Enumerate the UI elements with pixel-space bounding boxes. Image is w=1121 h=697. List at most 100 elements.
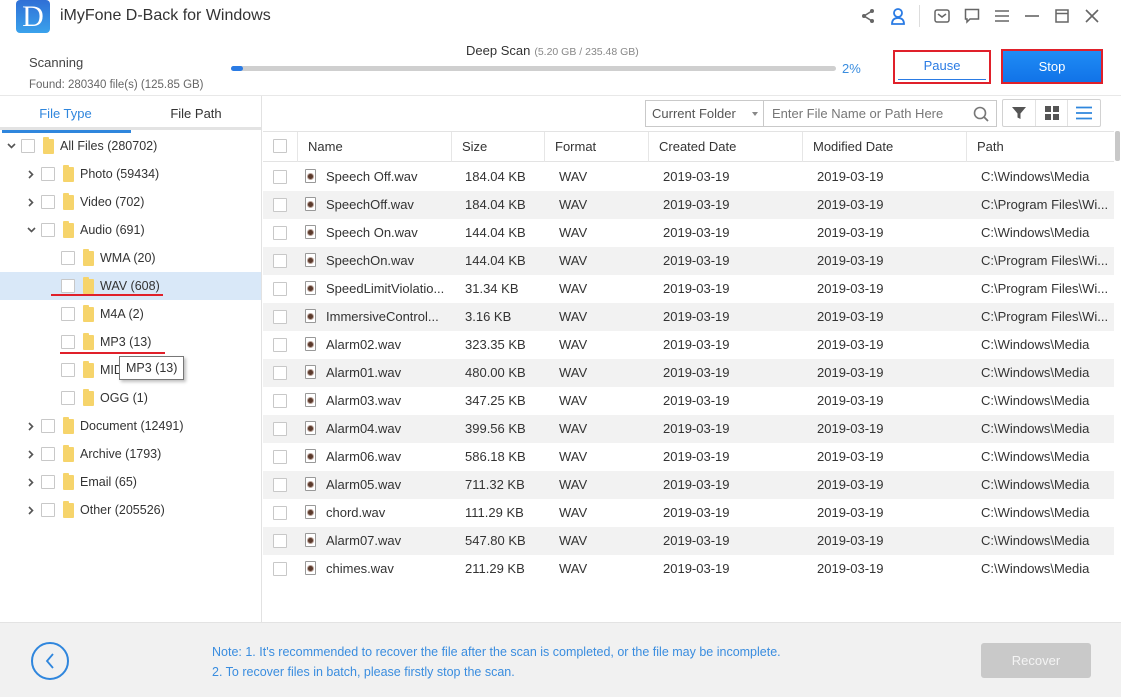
tree-item[interactable]: Other (205526) <box>0 496 261 524</box>
maximize-icon[interactable] <box>1047 4 1077 28</box>
close-icon[interactable] <box>1077 4 1107 28</box>
row-checkbox[interactable] <box>273 282 287 296</box>
recover-button[interactable]: Recover <box>981 643 1091 678</box>
tree-item-checkbox[interactable] <box>61 307 75 321</box>
table-row[interactable]: Alarm03.wav 347.25 KB WAV 2019-03-19 2019-03… <box>263 387 1114 415</box>
chevron-right-icon[interactable] <box>26 421 36 431</box>
table-row[interactable]: SpeechOff.wav 184.04 KB WAV 2019-03-19 2019-… <box>263 191 1114 219</box>
file-size-cell: 211.29 KB <box>465 561 525 576</box>
tree-item[interactable]: Email (65) <box>0 468 261 496</box>
tree-item[interactable]: WMA (20) <box>0 244 261 272</box>
tree-item-checkbox[interactable] <box>41 167 55 181</box>
table-row[interactable]: Speech Off.wav 184.04 KB WAV 2019-03-19 2019… <box>263 163 1114 191</box>
tree-item-checkbox[interactable] <box>21 139 35 153</box>
table-scrollbar[interactable] <box>1114 131 1121 622</box>
tree-item[interactable]: All Files (280702) <box>0 132 261 160</box>
stop-button[interactable]: Stop <box>1001 49 1103 84</box>
row-checkbox[interactable] <box>273 310 287 324</box>
tab-file-path[interactable]: File Path <box>131 96 261 130</box>
scrollbar-thumb[interactable] <box>1115 131 1120 161</box>
tree-item-checkbox[interactable] <box>41 475 55 489</box>
tree-item-checkbox[interactable] <box>41 223 55 237</box>
table-row[interactable]: chimes.wav 211.29 KB WAV 2019-03-19 2019-03-… <box>263 555 1114 583</box>
select-all-checkbox[interactable] <box>273 139 287 153</box>
row-checkbox[interactable] <box>273 338 287 352</box>
chevron-right-icon[interactable] <box>26 505 36 515</box>
row-checkbox[interactable] <box>273 450 287 464</box>
tree-item[interactable]: Audio (691) <box>0 216 261 244</box>
row-checkbox[interactable] <box>273 562 287 576</box>
tab-file-type[interactable]: File Type <box>0 96 131 133</box>
menu-icon[interactable] <box>987 4 1017 28</box>
table-row[interactable]: chord.wav 111.29 KB WAV 2019-03-19 2019-03-1… <box>263 499 1114 527</box>
row-checkbox[interactable] <box>273 534 287 548</box>
tree-item[interactable]: Archive (1793) <box>0 440 261 468</box>
mail-icon[interactable] <box>927 4 957 28</box>
search-input[interactable] <box>764 101 964 126</box>
column-header-size[interactable]: Size <box>451 132 544 162</box>
row-checkbox[interactable] <box>273 254 287 268</box>
table-row[interactable]: Alarm04.wav 399.56 KB WAV 2019-03-19 2019-03… <box>263 415 1114 443</box>
account-icon[interactable] <box>883 4 913 28</box>
row-checkbox[interactable] <box>273 226 287 240</box>
row-checkbox[interactable] <box>273 366 287 380</box>
created-date-cell: 2019-03-19 <box>663 477 730 492</box>
tree-item-checkbox[interactable] <box>61 363 75 377</box>
path-cell: C:\Program Files\Wi... <box>981 197 1109 212</box>
tree-item-checkbox[interactable] <box>61 391 75 405</box>
tree-item-checkbox[interactable] <box>61 251 75 265</box>
tree-item[interactable]: Document (12491) <box>0 412 261 440</box>
column-header-created-date[interactable]: Created Date <box>648 132 802 162</box>
chevron-right-icon[interactable] <box>26 197 36 207</box>
column-header-path[interactable]: Path <box>966 132 1114 162</box>
column-header-modified-date[interactable]: Modified Date <box>802 132 966 162</box>
table-row[interactable]: Alarm07.wav 547.80 KB WAV 2019-03-19 2019-03… <box>263 527 1114 555</box>
table-row[interactable]: Alarm01.wav 480.00 KB WAV 2019-03-19 2019-03… <box>263 359 1114 387</box>
pause-button[interactable]: Pause <box>893 50 991 84</box>
feedback-icon[interactable] <box>957 4 987 28</box>
table-row[interactable]: Alarm06.wav 586.18 KB WAV 2019-03-19 2019-03… <box>263 443 1114 471</box>
chevron-right-icon[interactable] <box>26 477 36 487</box>
folder-scope-dropdown[interactable]: Current Folder <box>645 100 763 127</box>
search-icon[interactable] <box>973 106 989 125</box>
chevron-down-icon[interactable] <box>6 141 16 151</box>
table-row[interactable]: SpeechOn.wav 144.04 KB WAV 2019-03-19 2019-0… <box>263 247 1114 275</box>
tree-item[interactable]: OGG (1) <box>0 384 261 412</box>
list-view-button[interactable] <box>1068 100 1100 126</box>
row-checkbox[interactable] <box>273 478 287 492</box>
tree-item-checkbox[interactable] <box>61 279 75 293</box>
share-icon[interactable] <box>853 4 883 28</box>
chevron-down-icon[interactable] <box>26 225 36 235</box>
chevron-right-icon[interactable] <box>26 449 36 459</box>
filter-button[interactable] <box>1003 100 1036 126</box>
tree-item-checkbox[interactable] <box>41 447 55 461</box>
tree-item[interactable]: Video (702) <box>0 188 261 216</box>
tree-item[interactable]: Photo (59434) <box>0 160 261 188</box>
row-checkbox[interactable] <box>273 198 287 212</box>
table-row[interactable]: Alarm05.wav 711.32 KB WAV 2019-03-19 2019-03… <box>263 471 1114 499</box>
tree-item-checkbox[interactable] <box>41 195 55 209</box>
row-checkbox[interactable] <box>273 394 287 408</box>
table-row[interactable]: Alarm02.wav 323.35 KB WAV 2019-03-19 2019-03… <box>263 331 1114 359</box>
file-format-cell: WAV <box>559 309 588 324</box>
chevron-right-icon[interactable] <box>26 169 36 179</box>
tree-item-checkbox[interactable] <box>61 335 75 349</box>
row-checkbox[interactable] <box>273 506 287 520</box>
row-checkbox[interactable] <box>273 170 287 184</box>
path-cell: C:\Windows\Media <box>981 561 1090 576</box>
grid-view-button[interactable] <box>1036 100 1069 126</box>
file-name-cell: Alarm01.wav <box>326 365 402 380</box>
tree-item[interactable]: M4A (2) <box>0 300 261 328</box>
audio-file-icon <box>305 533 316 547</box>
tree-item-checkbox[interactable] <box>41 419 55 433</box>
tree-item-checkbox[interactable] <box>41 503 55 517</box>
table-row[interactable]: SpeedLimitViolatio... 31.34 KB WAV 2019-03-… <box>263 275 1114 303</box>
file-table: Name Size Format Created Date Modified D… <box>263 131 1114 622</box>
table-row[interactable]: ImmersiveControl... 3.16 KB WAV 2019-03-19 2… <box>263 303 1114 331</box>
row-checkbox[interactable] <box>273 422 287 436</box>
table-row[interactable]: Speech On.wav 144.04 KB WAV 2019-03-19 2019-… <box>263 219 1114 247</box>
column-header-name[interactable]: Name <box>297 132 451 162</box>
back-button[interactable] <box>31 642 69 680</box>
minimize-icon[interactable] <box>1017 4 1047 28</box>
column-header-format[interactable]: Format <box>544 132 648 162</box>
